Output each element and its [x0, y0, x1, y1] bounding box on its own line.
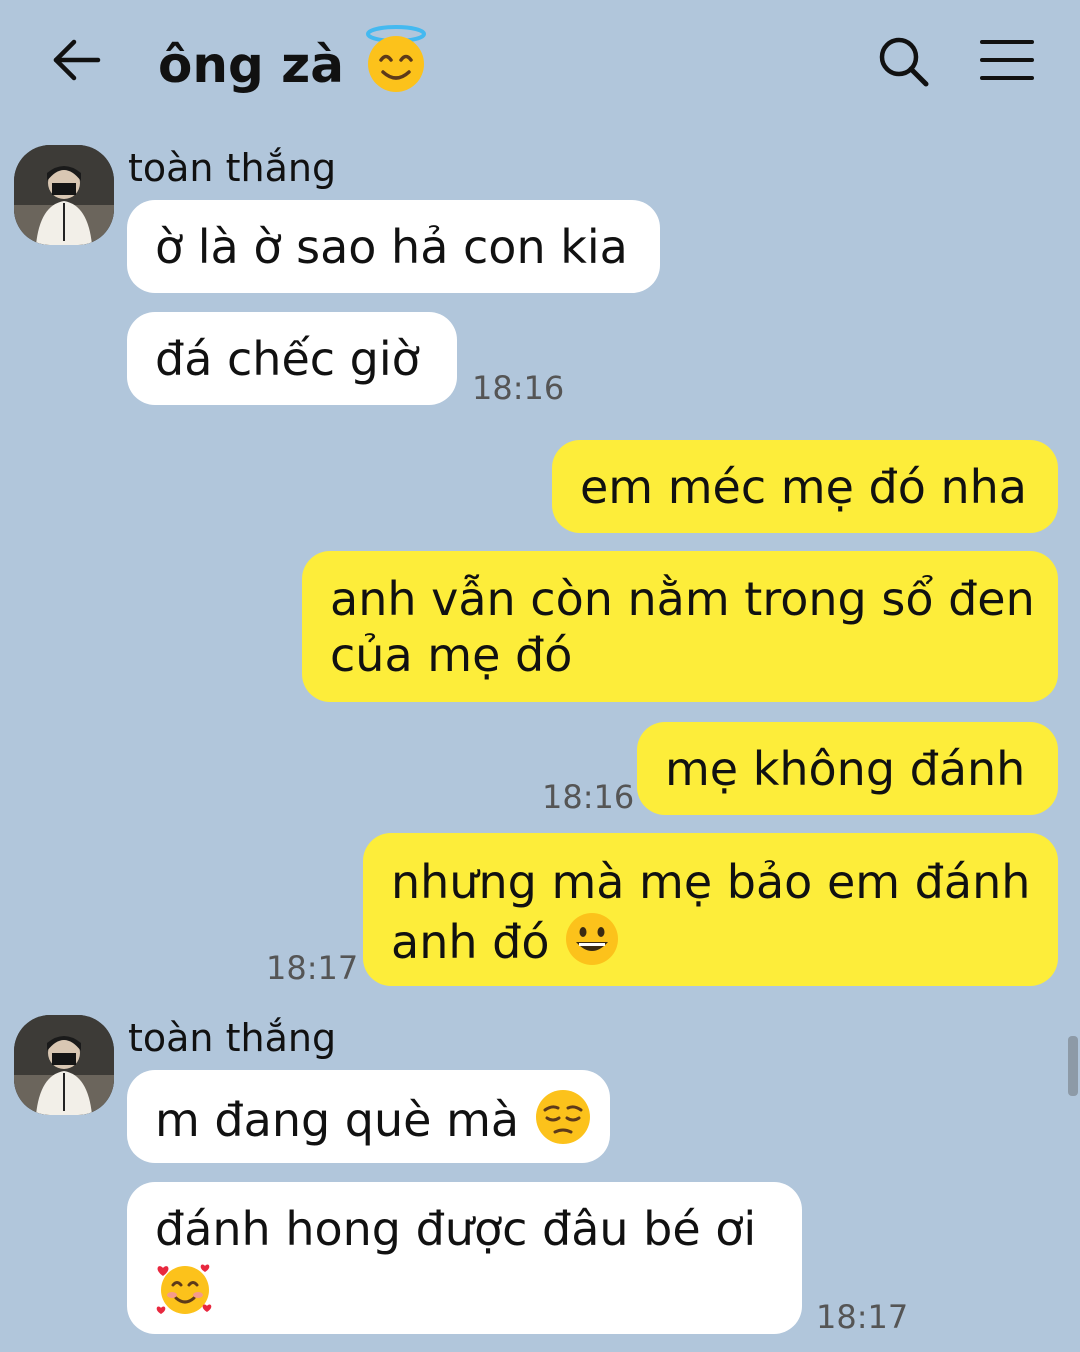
back-arrow-icon [53, 39, 101, 81]
pensive-face-emoji-icon [534, 1088, 592, 1159]
message-text: anh vẫn còn nằm trong sổ đen [330, 572, 1035, 626]
message-line: anh đó [391, 911, 1030, 980]
message-text: ờ là ờ sao hả con kia [155, 220, 628, 274]
avatar[interactable] [14, 1015, 114, 1115]
grinning-face-emoji-icon [564, 911, 620, 980]
avatar[interactable] [14, 145, 114, 245]
avatar-photo-icon [14, 145, 114, 245]
message-text: em méc mẹ đó nha [580, 460, 1027, 514]
outgoing-message-bubble[interactable]: nhưng mà mẹ bảo em đánh anh đó [363, 833, 1058, 986]
message-line [155, 1258, 774, 1331]
message-text: đá chếc giờ [155, 332, 420, 386]
incoming-message-bubble[interactable]: đá chếc giờ [127, 312, 457, 405]
message-text: mẹ không đánh [665, 742, 1026, 796]
sender-name: toàn thắng [128, 1016, 337, 1060]
message-text: nhưng mà mẹ bảo em đánh [391, 855, 1031, 909]
message-timestamp: 18:17 [266, 949, 359, 987]
chat-title-text: ông zà [158, 36, 344, 94]
message-text: anh đó [391, 915, 550, 969]
menu-button[interactable] [974, 30, 1040, 94]
hamburger-menu-icon [980, 40, 1034, 80]
halo-smile-emoji-icon [361, 24, 431, 113]
incoming-message-bubble[interactable]: đánh hong được đâu bé ơi [127, 1182, 802, 1334]
incoming-message-bubble[interactable]: m đang què mà [127, 1070, 610, 1163]
message-timestamp: 18:16 [472, 369, 565, 407]
outgoing-message-bubble[interactable]: mẹ không đánh [637, 722, 1058, 815]
message-timestamp: 18:16 [542, 778, 635, 816]
search-button[interactable] [872, 30, 936, 94]
sender-name: toàn thắng [128, 146, 337, 190]
message-text: đánh hong được đâu bé ơi [155, 1202, 757, 1256]
message-text: m đang què mà [155, 1093, 520, 1147]
scrollbar-handle[interactable] [1068, 1036, 1078, 1096]
message-timestamp: 18:17 [816, 1298, 909, 1336]
smiling-face-with-hearts-emoji-icon [155, 1258, 215, 1331]
message-text: của mẹ đó [330, 628, 573, 682]
outgoing-message-bubble[interactable]: em méc mẹ đó nha [552, 440, 1058, 533]
back-button[interactable] [44, 30, 108, 94]
avatar-photo-icon [14, 1015, 114, 1115]
outgoing-message-bubble[interactable]: anh vẫn còn nằm trong sổ đen của mẹ đó [302, 551, 1058, 702]
search-icon [879, 37, 929, 87]
incoming-message-bubble[interactable]: ờ là ờ sao hả con kia [127, 200, 660, 293]
chat-title[interactable]: ông zà [158, 24, 431, 113]
chat-header: ông zà [0, 0, 1080, 120]
